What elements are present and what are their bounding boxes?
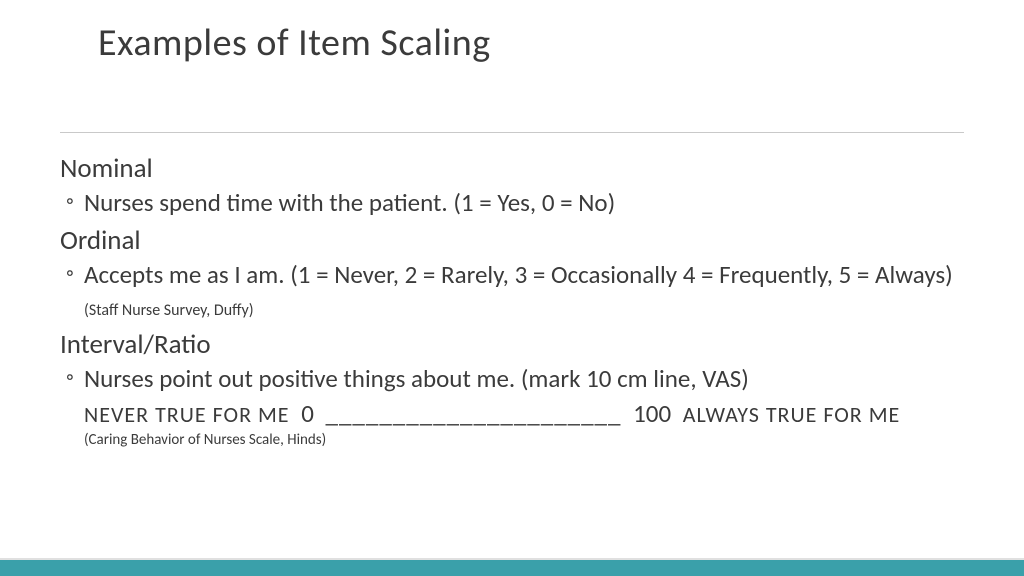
vas-hundred: 100: [627, 398, 677, 429]
vas-left-label: NEVER TRUE FOR ME: [84, 401, 290, 428]
vas-zero: 0: [295, 398, 320, 429]
vas-right-label: ALWAYS TRUE FOR ME: [683, 401, 900, 428]
slide-title: Examples of Item Scaling: [98, 20, 491, 66]
interval-cite: (Caring Behavior of Nurses Scale, Hinds): [60, 431, 970, 449]
ordinal-text: Accepts me as I am. (1 = Never, 2 = Rare…: [84, 259, 953, 290]
bullet-interval: Nurses point out positive things about m…: [60, 363, 970, 394]
vas-line: ______________________: [326, 398, 622, 429]
footer-accent-bar: [0, 558, 1024, 576]
ordinal-cite: (Staff Nurse Survey, Duffy): [84, 301, 254, 320]
slide-body: Nominal Nurses spend time with the patie…: [60, 152, 970, 449]
bullet-nominal: Nurses spend time with the patient. (1 =…: [60, 187, 970, 218]
horizontal-rule: [60, 132, 964, 133]
slide: Examples of Item Scaling Nominal Nurses …: [0, 0, 1024, 576]
bullet-ordinal: Accepts me as I am. (1 = Never, 2 = Rare…: [60, 259, 970, 322]
heading-interval: Interval/Ratio: [60, 328, 970, 361]
heading-ordinal: Ordinal: [60, 224, 970, 257]
vas-scale-row: NEVER TRUE FOR ME 0 ____________________…: [60, 398, 970, 429]
heading-nominal: Nominal: [60, 152, 970, 185]
